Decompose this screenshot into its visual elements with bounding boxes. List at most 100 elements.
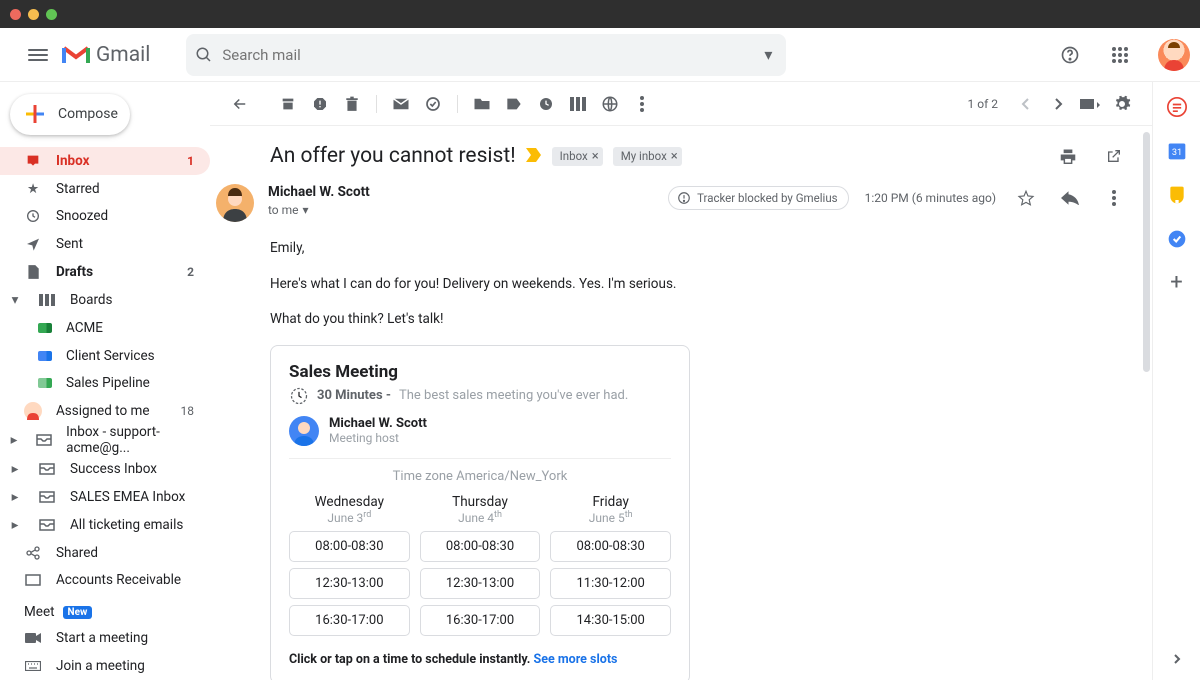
window-close-icon[interactable]: [10, 9, 21, 20]
label-chip-my-inbox[interactable]: My inbox×: [613, 147, 682, 166]
sidebar-item-label: Drafts: [56, 264, 93, 280]
see-more-slots-link[interactable]: See more slots: [534, 652, 618, 667]
search-input[interactable]: [214, 46, 758, 64]
account-avatar[interactable]: [1158, 39, 1190, 71]
keep-addon-icon[interactable]: [1166, 184, 1188, 206]
meeting-timezone: Time zone America/New_York: [289, 469, 671, 484]
sidebar-board-acme[interactable]: ACME: [0, 314, 210, 342]
boards-icon: [38, 294, 56, 306]
sidebar-board-client-services[interactable]: Client Services: [0, 342, 210, 370]
sidebar-item-starred[interactable]: ★ Starred: [0, 175, 210, 203]
day-name: Friday: [550, 494, 671, 510]
add-to-tasks-button[interactable]: [419, 90, 447, 118]
apps-grid-button[interactable]: [1108, 43, 1132, 67]
move-to-button[interactable]: [468, 90, 496, 118]
sidebar-item-inbox[interactable]: Inbox 1: [0, 147, 210, 175]
sidebar-item-shared-inbox-4[interactable]: ▸ All ticketing emails: [0, 511, 210, 539]
board-button[interactable]: [564, 90, 592, 118]
sidebar-item-join-meeting[interactable]: Join a meeting: [0, 652, 210, 680]
window-maximize-icon[interactable]: [46, 9, 57, 20]
shared-inbox-icon: [38, 463, 56, 475]
time-slot-button[interactable]: 12:30-13:00: [420, 568, 541, 599]
pagination-label: 1 of 2: [968, 97, 998, 111]
message-toolbar: 1 of 2: [210, 82, 1152, 126]
shared-inbox-icon: [38, 519, 56, 531]
spam-button[interactable]: [306, 90, 334, 118]
prev-message-button[interactable]: [1012, 90, 1040, 118]
scrollbar[interactable]: [1143, 132, 1150, 372]
app-name: Gmail: [96, 43, 150, 67]
sidebar-item-assigned[interactable]: Assigned to me 18: [0, 397, 210, 425]
important-marker-icon[interactable]: [526, 148, 542, 164]
sidebar-item-drafts[interactable]: Drafts 2: [0, 258, 210, 286]
sender-avatar[interactable]: [216, 184, 254, 222]
time-slot-button[interactable]: 12:30-13:00: [289, 568, 410, 599]
host-role: Meeting host: [329, 431, 427, 445]
sidebar-item-shared[interactable]: Shared: [0, 539, 210, 567]
mark-unread-button[interactable]: [387, 90, 415, 118]
delete-button[interactable]: [338, 90, 366, 118]
main-menu-button[interactable]: [26, 43, 50, 67]
recipient-line[interactable]: to me▾: [268, 203, 370, 217]
time-slot-button[interactable]: 14:30-15:00: [550, 605, 671, 636]
back-button[interactable]: [226, 90, 254, 118]
folder-icon: [24, 574, 42, 586]
meeting-title: Sales Meeting: [289, 362, 671, 382]
input-tools-button[interactable]: [1076, 90, 1104, 118]
message-content: An offer you cannot resist! Inbox× My in…: [210, 126, 1152, 680]
sidebar-item-accounts-receivable[interactable]: Accounts Receivable: [0, 566, 210, 594]
more-button[interactable]: [628, 90, 656, 118]
sidebar-item-label: SALES EMEA Inbox: [70, 489, 185, 505]
label-chip-inbox[interactable]: Inbox×: [552, 147, 603, 166]
time-slot-button[interactable]: 16:30-17:00: [420, 605, 541, 636]
search-bar[interactable]: ▾: [186, 34, 786, 76]
search-icon[interactable]: [194, 45, 214, 65]
snooze-button[interactable]: [532, 90, 560, 118]
support-button[interactable]: [1058, 43, 1082, 67]
sidebar-item-sent[interactable]: Sent: [0, 230, 210, 258]
sender-name: Michael W. Scott: [268, 184, 370, 200]
sidebar-item-snoozed[interactable]: Snoozed: [0, 202, 210, 230]
share-email-button[interactable]: [596, 90, 624, 118]
next-message-button[interactable]: [1044, 90, 1072, 118]
time-slot-button[interactable]: 16:30-17:00: [289, 605, 410, 636]
remove-label-icon[interactable]: ×: [671, 149, 678, 164]
gmail-logo[interactable]: Gmail: [62, 43, 150, 67]
time-slot-button[interactable]: 08:00-08:30: [550, 531, 671, 562]
collapse-panel-button[interactable]: [1166, 648, 1188, 670]
time-slot-button[interactable]: 08:00-08:30: [420, 531, 541, 562]
search-options-icon[interactable]: ▾: [758, 45, 778, 65]
sidebar-item-shared-inbox-3[interactable]: ▸ SALES EMEA Inbox: [0, 483, 210, 511]
print-button[interactable]: [1054, 142, 1082, 170]
sidebar-item-label: Join a meeting: [56, 658, 145, 674]
open-in-new-button[interactable]: [1100, 142, 1128, 170]
time-slot-button[interactable]: 08:00-08:30: [289, 531, 410, 562]
sidebar-item-shared-inbox-2[interactable]: ▸ Success Inbox: [0, 455, 210, 483]
sidebar-item-start-meeting[interactable]: Start a meeting: [0, 624, 210, 652]
video-icon: [24, 632, 42, 644]
get-addons-button[interactable]: +: [1166, 272, 1188, 294]
sidebar-item-label: Client Services: [66, 348, 155, 364]
reply-button[interactable]: [1056, 184, 1084, 212]
sidebar-item-boards[interactable]: ▾ Boards: [0, 286, 210, 314]
sidebar-item-label: Start a meeting: [56, 630, 148, 646]
settings-button[interactable]: [1108, 90, 1136, 118]
caret-right-icon: ▸: [10, 432, 18, 448]
time-slot-button[interactable]: 11:30-12:00: [550, 568, 671, 599]
clock-icon: [289, 386, 309, 406]
sidebar-item-shared-inbox-1[interactable]: ▸ Inbox - support-acme@g...: [0, 425, 210, 455]
tasks-addon-icon[interactable]: [1166, 228, 1188, 250]
remove-label-icon[interactable]: ×: [592, 149, 599, 164]
day-name: Thursday: [420, 494, 541, 510]
compose-button[interactable]: Compose: [10, 94, 130, 135]
sidebar-board-sales-pipeline[interactable]: Sales Pipeline: [0, 369, 210, 397]
caret-right-icon: ▸: [10, 461, 20, 477]
gmelius-addon-icon[interactable]: [1166, 96, 1188, 118]
tracker-blocked-chip[interactable]: Tracker blocked by Gmelius: [668, 186, 849, 210]
labels-button[interactable]: [500, 90, 528, 118]
archive-button[interactable]: [274, 90, 302, 118]
star-message-button[interactable]: [1012, 184, 1040, 212]
message-more-button[interactable]: [1100, 184, 1128, 212]
calendar-addon-icon[interactable]: 31: [1166, 140, 1188, 162]
window-minimize-icon[interactable]: [28, 9, 39, 20]
